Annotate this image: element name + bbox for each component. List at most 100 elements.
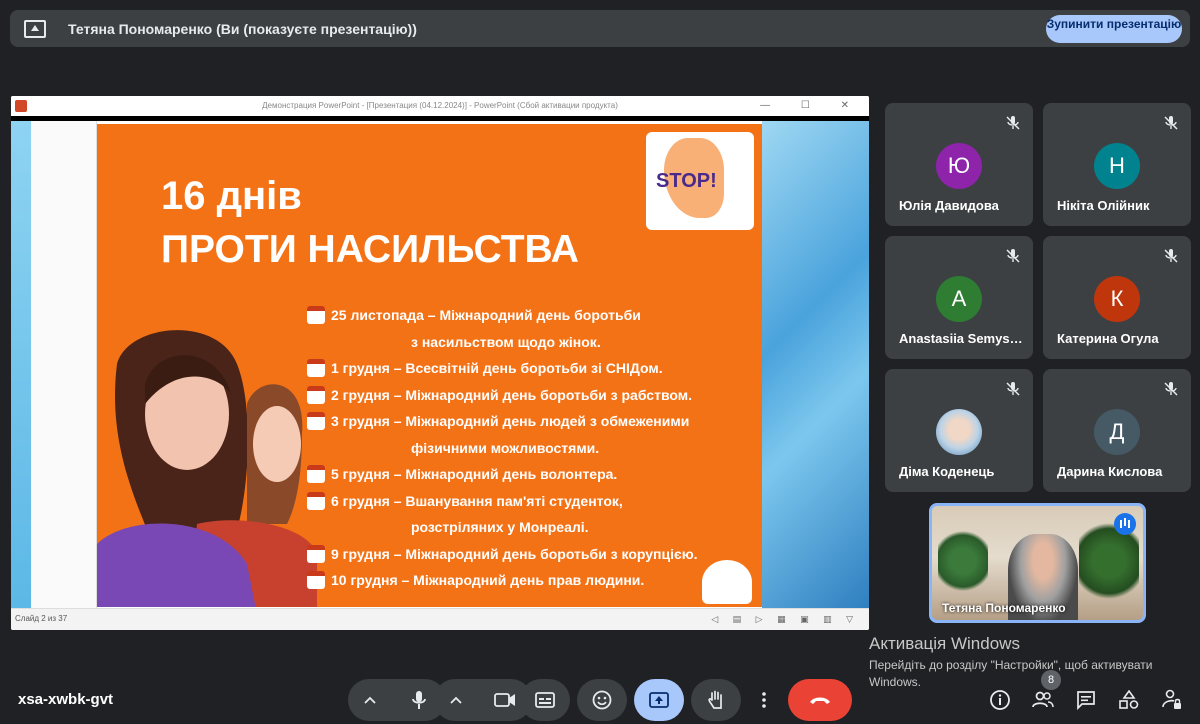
captions-icon: [535, 692, 555, 708]
hand-icon: [708, 690, 722, 709]
info-icon: [990, 690, 1010, 710]
slide-event-line: 25 листопада – Міжнародний день боротьби: [307, 302, 698, 329]
slide-event-line: 10 грудня – Міжнародний день прав людини…: [307, 567, 698, 594]
slide-event-text: 3 грудня – Міжнародний день людей з обме…: [331, 413, 690, 430]
stop-presenting-button[interactable]: Зупинити презентацію: [1046, 15, 1182, 43]
participant-name: Нікіта Олійник: [1057, 198, 1150, 213]
activation-title: Активація Windows: [869, 634, 1020, 653]
slide-event-text: 1 грудня – Всесвітній день боротьби зі С…: [331, 360, 663, 377]
view-controls[interactable]: ◁ ▤ ▷ ▦ ▣ ▥ ▽: [711, 609, 859, 629]
stop-logo-text: STOP!: [656, 170, 717, 192]
raise-hand-button[interactable]: [691, 679, 741, 721]
reactions-button[interactable]: [577, 679, 627, 721]
ppt-titlebar: Демонстрация PowerPoint - [Презентация (…: [11, 96, 869, 116]
slide-event-text: розстріляних у Монреалі.: [411, 519, 589, 536]
mic-off-icon: [1164, 249, 1178, 263]
calendar-icon: [307, 544, 325, 563]
participant-avatar: [936, 409, 982, 455]
mic-off-icon: [1164, 382, 1178, 396]
slide-event-text: 6 грудня – Вшанування пам'яті студенток,: [331, 492, 623, 509]
participant-tile[interactable]: К Катерина Огула: [1043, 236, 1191, 359]
slide-right-panel: [762, 121, 869, 608]
calendar-icon: [307, 412, 325, 431]
more-options-button[interactable]: [748, 679, 780, 721]
women-illustration: [97, 330, 317, 607]
people-button[interactable]: [1031, 688, 1055, 712]
calendar-icon: [307, 571, 325, 590]
slide-title-line1: 16 днів: [161, 174, 302, 218]
more-vert-icon: [762, 692, 766, 708]
present-screen-icon: [24, 19, 46, 38]
calendar-icon: [307, 306, 325, 325]
participant-name: Юлія Давидова: [899, 198, 999, 213]
participant-name: Дарина Кислова: [1057, 464, 1163, 479]
slide-left-stripe: [11, 121, 31, 608]
powerpoint-logo-icon: [15, 100, 27, 112]
speaking-indicator-icon: [1114, 513, 1136, 535]
slide-counter: Слайд 2 из 37: [15, 614, 68, 623]
mic-off-icon: [1006, 249, 1020, 263]
slide-event-text: 25 листопада – Міжнародний день боротьби: [331, 307, 641, 324]
ppt-window-title: Демонстрация PowerPoint - [Презентация (…: [262, 101, 618, 110]
slide-event-line: 5 грудня – Міжнародний день волонтера.: [307, 461, 698, 488]
chat-icon: [1077, 691, 1095, 710]
background-plant: [938, 526, 988, 596]
hang-up-icon: [810, 697, 830, 704]
emoji-icon: [592, 690, 612, 710]
slide-event-line: 1 грудня – Всесвітній день боротьби зі С…: [307, 355, 698, 382]
captions-button[interactable]: [520, 679, 570, 721]
activities-button[interactable]: [1117, 688, 1141, 712]
meeting-details-button[interactable]: [988, 688, 1012, 712]
participant-tile[interactable]: A Anastasiia Semys…: [885, 236, 1033, 359]
presenting-bar: Тетяна Пономаренко (Ви (показуєте презен…: [10, 10, 1190, 47]
presenting-title: Тетяна Пономаренко (Ви (показуєте презен…: [68, 20, 417, 37]
participants-count-badge: 8: [1041, 670, 1061, 690]
slide-event-text: 10 грудня – Міжнародний день прав людини…: [331, 572, 645, 589]
participant-name: Катерина Огула: [1057, 331, 1159, 346]
self-tile-name: Тетяна Пономаренко: [942, 601, 1066, 615]
participant-tile[interactable]: Ю Юлія Давидова: [885, 103, 1033, 226]
participant-avatar: Д: [1094, 409, 1140, 455]
slide: 16 днів ПРОТИ НАСИЛЬСТВА STOP! 25 листоп…: [11, 121, 869, 608]
slide-event-line: 6 грудня – Вшанування пам'яті студенток,: [307, 488, 698, 515]
present-screen-icon: [649, 692, 669, 708]
participant-tile[interactable]: Н Нікіта Олійник: [1043, 103, 1191, 226]
calendar-icon: [307, 385, 325, 404]
camera-control: [434, 679, 532, 721]
host-controls-button[interactable]: [1160, 688, 1184, 712]
stop-violence-logo: STOP!: [646, 132, 754, 230]
organization-logo: [702, 560, 752, 604]
slide-event-line: 3 грудня – Міжнародний день людей з обме…: [307, 408, 698, 435]
slide-event-line: 9 грудня – Міжнародний день боротьби з к…: [307, 541, 698, 568]
participant-avatar: Ю: [936, 143, 982, 189]
slide-event-text: 2 грудня – Міжнародний день боротьби з р…: [331, 386, 692, 403]
chat-button[interactable]: [1074, 688, 1098, 712]
slide-event-text: 9 грудня – Міжнародний день боротьби з к…: [331, 545, 698, 562]
slide-event-line: фізичними можливостями.: [307, 435, 698, 462]
microphone-control: [348, 679, 446, 721]
shapes-icon: [1119, 690, 1139, 709]
ppt-status-bar: Слайд 2 из 37 ◁ ▤ ▷ ▦ ▣ ▥ ▽: [11, 608, 869, 630]
camera-options-chevron-icon[interactable]: [434, 679, 478, 721]
mic-off-icon: [1006, 116, 1020, 130]
participant-avatar: A: [936, 276, 982, 322]
participant-name: Діма Коденець: [899, 464, 995, 479]
meeting-code[interactable]: xsa-xwbk-gvt: [18, 691, 113, 708]
mic-options-chevron-icon[interactable]: [348, 679, 392, 721]
events-list: 25 листопада – Міжнародний день боротьби…: [307, 302, 698, 594]
mic-off-icon: [1006, 382, 1020, 396]
participant-tile[interactable]: Діма Коденець: [885, 369, 1033, 492]
present-now-button[interactable]: [634, 679, 684, 721]
slide-event-text: з насильством щодо жінок.: [411, 333, 601, 350]
leave-call-button[interactable]: [788, 679, 852, 721]
calendar-icon: [307, 491, 325, 510]
activation-subtitle: Перейдіть до розділу "Настройки", щоб ак…: [869, 658, 1153, 689]
slide-event-line: з насильством щодо жінок.: [307, 329, 698, 356]
slide-orange-panel: 16 днів ПРОТИ НАСИЛЬСТВА STOP! 25 листоп…: [97, 124, 762, 607]
windows-activation-watermark: Активація Windows Перейдіть до розділу "…: [869, 634, 1189, 691]
self-video-tile[interactable]: Тетяна Пономаренко: [929, 503, 1146, 623]
slide-event-text: 5 грудня – Міжнародний день волонтера.: [331, 466, 618, 483]
mic-off-icon: [1164, 116, 1178, 130]
participant-avatar: К: [1094, 276, 1140, 322]
participant-tile[interactable]: Д Дарина Кислова: [1043, 369, 1191, 492]
